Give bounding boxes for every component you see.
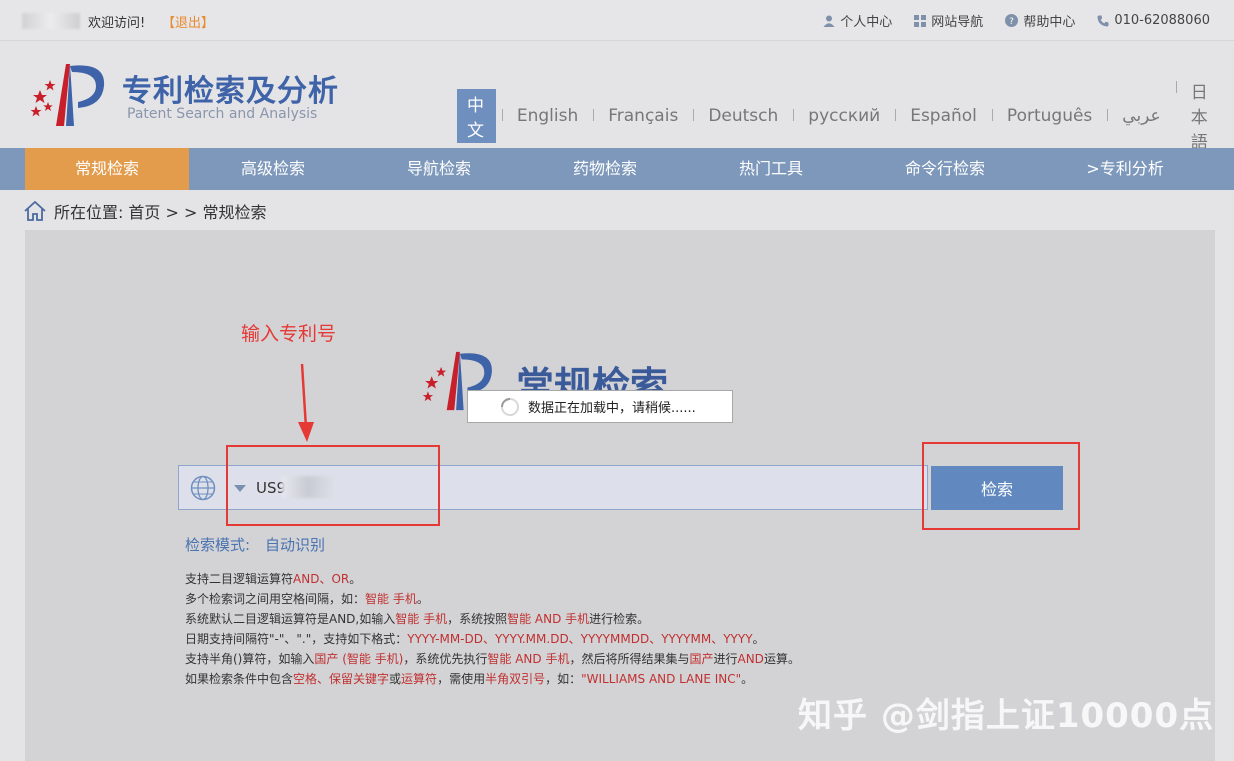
help-highlight: 运算符 [401, 672, 438, 686]
home-icon [24, 201, 46, 221]
phone-icon [1097, 15, 1109, 26]
help-highlight: AND、OR [293, 572, 350, 586]
help-text: ，系统优先执行 [403, 652, 488, 666]
welcome-text: 欢迎访问! [88, 16, 146, 31]
help-text: 进行 [713, 652, 738, 666]
lang-russian[interactable]: русский [793, 106, 895, 126]
nav-hot-tools[interactable]: 热门工具 [689, 148, 853, 190]
grid-icon [914, 14, 927, 27]
breadcrumb-path[interactable]: 首页 > > 常规检索 [128, 199, 266, 223]
phone-label: 010-62088060 [1114, 13, 1210, 28]
lang-german[interactable]: Deutsch [693, 106, 793, 126]
help-text: 支持二目逻辑运算符 [185, 572, 294, 586]
help-text: 。 [741, 672, 754, 686]
nav-drug-search[interactable]: 药物检索 [523, 148, 687, 190]
annotation-box-input [226, 445, 440, 526]
help-text: 。 [349, 572, 362, 586]
site-nav-label: 网站导航 [931, 15, 984, 30]
site-title: 专利检索及分析 [122, 74, 339, 109]
help-highlight: 国产 (智能 手机) [314, 652, 404, 666]
language-switcher: 中文 English Français Deutsch русский Espa… [457, 78, 1234, 153]
phone-number: 010-62088060 [1097, 11, 1210, 30]
help-line: 支持半角()算符，如输入国产 (智能 手机)，系统优先执行智能 AND 手机，然… [185, 649, 800, 669]
personal-center-link[interactable]: 个人中心 [823, 11, 892, 30]
help-text: ，需使用 [437, 672, 486, 686]
breadcrumb: 所在位置: 首页 > > 常规检索 [24, 199, 266, 223]
help-text: ，系统按照 [447, 612, 508, 626]
help-text: 或 [389, 672, 402, 686]
loading-dialog: 数据正在加载中，请稍候...... [467, 390, 733, 423]
logout-link[interactable]: 【退出】 [162, 12, 214, 31]
help-highlight: YYYY-MM-DD、YYYY.MM.DD、YYYYMMDD、YYYYMM、YY… [407, 632, 753, 646]
help-line: 如果检索条件中包含空格、保留关键字或运算符，需使用半角双引号，如："WILLIA… [185, 669, 800, 689]
help-icon: ? [1005, 14, 1019, 27]
search-help-text: 支持二目逻辑运算符AND、OR。 多个检索词之间用空格间隔，如：智能 手机。 系统默… [185, 569, 800, 689]
help-highlight: 半角双引号 [485, 672, 546, 686]
help-highlight: 智能 手机 [395, 612, 448, 626]
spinner-icon [501, 397, 519, 416]
help-text: 支持半角()算符，如输入 [185, 652, 315, 666]
lang-japanese[interactable]: 日本語 [1175, 78, 1234, 153]
nav-command-search[interactable]: 命令行检索 [863, 148, 1027, 190]
nav-advanced-search[interactable]: 高级检索 [191, 148, 355, 190]
help-center-link[interactable]: ? 帮助中心 [1005, 11, 1075, 30]
lang-spanish[interactable]: Español [895, 106, 992, 126]
help-highlight: 智能 手机 [365, 592, 417, 606]
help-text: ，如： [545, 672, 582, 686]
patent-logo-icon [30, 64, 105, 126]
help-text: 。 [752, 632, 765, 646]
lang-portuguese[interactable]: Português [991, 106, 1107, 126]
help-highlight: 智能 AND 手机 [507, 612, 590, 626]
globe-icon[interactable] [190, 475, 216, 501]
personal-center-label: 个人中心 [840, 15, 893, 30]
help-line: 日期支持间隔符"-"、"."，支持如下格式：YYYY-MM-DD、YYYY.MM… [185, 629, 800, 649]
site-nav-link[interactable]: 网站导航 [914, 11, 983, 30]
lang-french[interactable]: Français [593, 106, 693, 126]
help-text: 系统默认二目逻辑运算符是AND,如输入 [185, 612, 396, 626]
site-subtitle: Patent Search and Analysis [127, 106, 318, 122]
nav-regular-search[interactable]: 常规检索 [25, 148, 189, 190]
watermark: 知乎 @剑指上证10000点 [798, 696, 1215, 736]
search-mode-value[interactable]: 自动识别 [265, 534, 325, 555]
help-text: ，然后将所得结果集与 [569, 652, 690, 666]
help-center-label: 帮助中心 [1023, 15, 1076, 30]
help-highlight: 国产 [689, 652, 714, 666]
help-highlight: 空格、保留关键字 [293, 672, 390, 686]
search-mode-label: 检索模式: [185, 536, 251, 554]
help-text: 进行检索。 [589, 612, 650, 626]
help-text: 多个检索词之间用空格间隔，如： [185, 592, 366, 606]
main-nav: 常规检索 高级检索 导航检索 药物检索 热门工具 命令行检索 >专利分析 [0, 148, 1234, 190]
lang-chinese[interactable]: 中文 [457, 88, 496, 143]
nav-navigation-search[interactable]: 导航检索 [357, 148, 521, 190]
help-highlight: 智能 AND 手机 [487, 652, 570, 666]
annotation-label: 输入专利号 [241, 323, 337, 345]
loading-text: 数据正在加载中，请稍候...... [528, 401, 696, 416]
help-highlight: "WILLIAMS AND LANE INC" [581, 672, 742, 686]
help-text: 如果检索条件中包含 [185, 672, 294, 686]
lang-arabic[interactable]: عربي [1107, 106, 1175, 126]
nav-patent-analysis[interactable]: >专利分析 [1043, 148, 1207, 190]
lang-english[interactable]: English [501, 106, 593, 126]
breadcrumb-prefix: 所在位置: [54, 203, 124, 222]
help-text: 日期支持间隔符"-"、"."，支持如下格式： [185, 632, 408, 646]
help-line: 多个检索词之间用空格间隔，如：智能 手机。 [185, 589, 800, 609]
help-text: 。 [416, 592, 429, 606]
help-highlight: AND [737, 652, 764, 666]
blurred-username [22, 13, 80, 29]
help-line: 系统默认二目逻辑运算符是AND,如输入智能 手机，系统按照智能 AND 手机进行… [185, 609, 800, 629]
top-links: 个人中心 网站导航 ? 帮助中心 010-62088060 [801, 11, 1210, 30]
svg-text:?: ? [1009, 17, 1014, 27]
annotation-box-button [922, 442, 1080, 530]
annotation-arrow-icon [298, 363, 314, 442]
help-text: 运算。 [763, 652, 800, 666]
user-icon [823, 15, 835, 27]
help-line: 支持二目逻辑运算符AND、OR。 [185, 569, 800, 589]
